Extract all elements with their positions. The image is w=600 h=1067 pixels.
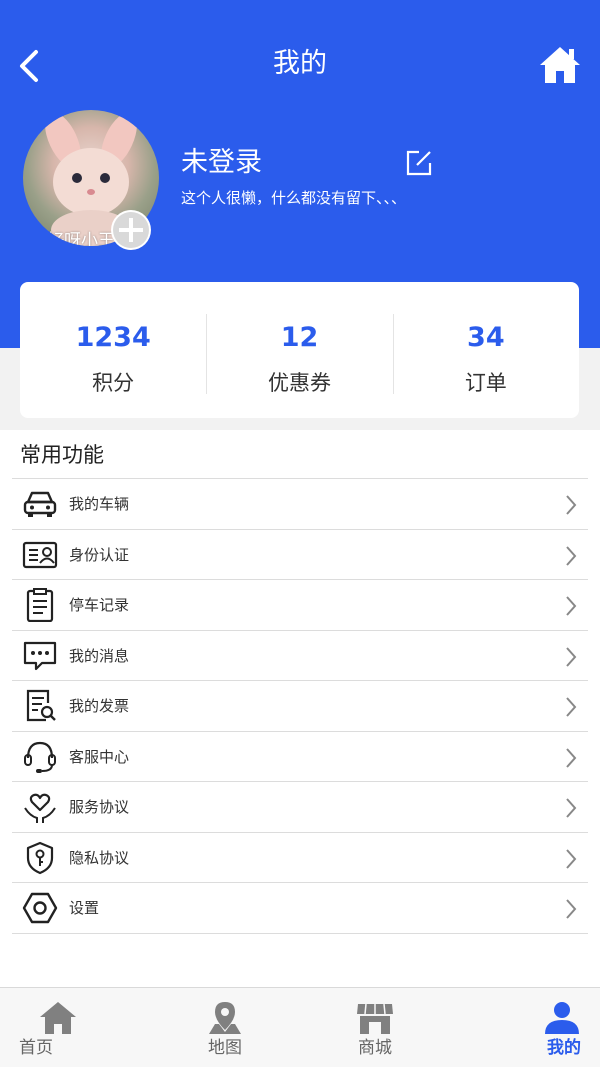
hexagon-settings-icon	[22, 892, 58, 924]
stats-card: 1234 积分 12 优惠券 34 订单	[20, 282, 579, 418]
tab-mine[interactable]: 我的	[450, 988, 600, 1067]
user-bio: 这个人很懒，什么都没有留下、、、	[181, 189, 407, 207]
menu-item-identity[interactable]: 身份认证	[12, 530, 588, 580]
stat-label: 积分	[92, 371, 135, 395]
heart-hand-icon	[24, 793, 56, 823]
menu-item-label: 服务协议	[69, 798, 130, 816]
chevron-right-icon	[566, 545, 577, 566]
menu-item-customer-service[interactable]: 客服中心	[12, 732, 588, 782]
tab-map[interactable]: 地图	[150, 988, 300, 1067]
tab-label: 商城	[358, 1038, 392, 1058]
stat-divider	[392, 314, 394, 394]
stat-divider	[206, 314, 208, 394]
chevron-right-icon	[566, 798, 577, 818]
chevron-right-icon	[566, 495, 577, 515]
menu-item-label: 停车记录	[69, 596, 130, 614]
stat-label: 订单	[464, 371, 507, 395]
home-icon	[40, 1002, 76, 1034]
page-title: 我的	[273, 48, 327, 79]
chevron-right-icon	[566, 848, 577, 869]
tab-label: 我的	[547, 1038, 581, 1058]
menu-item-label: 客服中心	[69, 747, 130, 766]
menu-item-service-agreement[interactable]: 服务协议	[12, 782, 588, 833]
menu-item-messages[interactable]: 我的消息	[12, 631, 588, 681]
menu-item-parking-records[interactable]: 停车记录	[12, 580, 588, 631]
menu-item-settings[interactable]: 设置	[12, 883, 588, 934]
menu-item-label: 我的消息	[69, 646, 130, 665]
menu-item-label: 我的发票	[69, 697, 130, 715]
avatar-container: 好呀小王	[23, 110, 159, 250]
function-list: 我的车辆 身份认证 停车记录 我的消息 我的发票 客服中心 服务协议 隐私协议 …	[12, 478, 588, 934]
tab-store[interactable]: 商城	[300, 988, 450, 1067]
menu-item-invoices[interactable]: 我的发票	[12, 681, 588, 732]
tab-label: 地图	[208, 1038, 242, 1058]
chevron-right-icon	[566, 747, 577, 768]
tab-label: 首页	[19, 1038, 53, 1058]
menu-item-label: 隐私协议	[69, 848, 130, 867]
clipboard-icon	[26, 588, 54, 622]
avatar-caption: 好呀小王	[47, 231, 115, 246]
headset-icon	[24, 741, 56, 773]
stat-points[interactable]: 1234 积分	[20, 282, 206, 418]
tab-home[interactable]: 首页	[0, 988, 150, 1067]
stat-coupons[interactable]: 12 优惠券	[206, 282, 392, 418]
add-avatar-button[interactable]	[111, 210, 151, 250]
menu-item-label: 身份认证	[69, 545, 130, 564]
invoice-search-icon	[26, 689, 56, 722]
menu-item-my-vehicles[interactable]: 我的车辆	[12, 479, 588, 530]
shield-key-icon	[26, 841, 54, 874]
map-pin-icon	[209, 1002, 241, 1034]
chevron-right-icon	[566, 899, 577, 919]
menu-item-privacy-agreement[interactable]: 隐私协议	[12, 833, 588, 883]
stat-orders[interactable]: 34 订单	[392, 282, 579, 418]
stat-value: 34	[467, 322, 505, 353]
car-icon	[23, 491, 57, 517]
section-title: 常用功能	[20, 443, 104, 467]
user-icon	[545, 1002, 579, 1034]
user-name[interactable]: 未登录	[181, 144, 262, 182]
plus-icon	[113, 212, 149, 248]
chevron-right-icon	[566, 596, 577, 616]
stat-value: 12	[280, 322, 319, 353]
edit-icon	[406, 150, 432, 176]
id-card-icon	[22, 541, 58, 568]
message-icon	[23, 641, 57, 670]
menu-item-label: 我的车辆	[69, 495, 130, 513]
chevron-right-icon	[566, 646, 577, 667]
edit-profile-button[interactable]	[403, 147, 435, 179]
menu-item-label: 设置	[69, 899, 100, 917]
stat-value: 1234	[75, 322, 151, 353]
home-icon	[540, 47, 580, 83]
stat-label: 优惠券	[267, 371, 331, 395]
chevron-right-icon	[566, 697, 577, 717]
store-icon	[357, 1003, 393, 1034]
home-button[interactable]	[538, 44, 582, 86]
tab-bar: 首页 地图 商城 我的	[0, 987, 600, 1067]
